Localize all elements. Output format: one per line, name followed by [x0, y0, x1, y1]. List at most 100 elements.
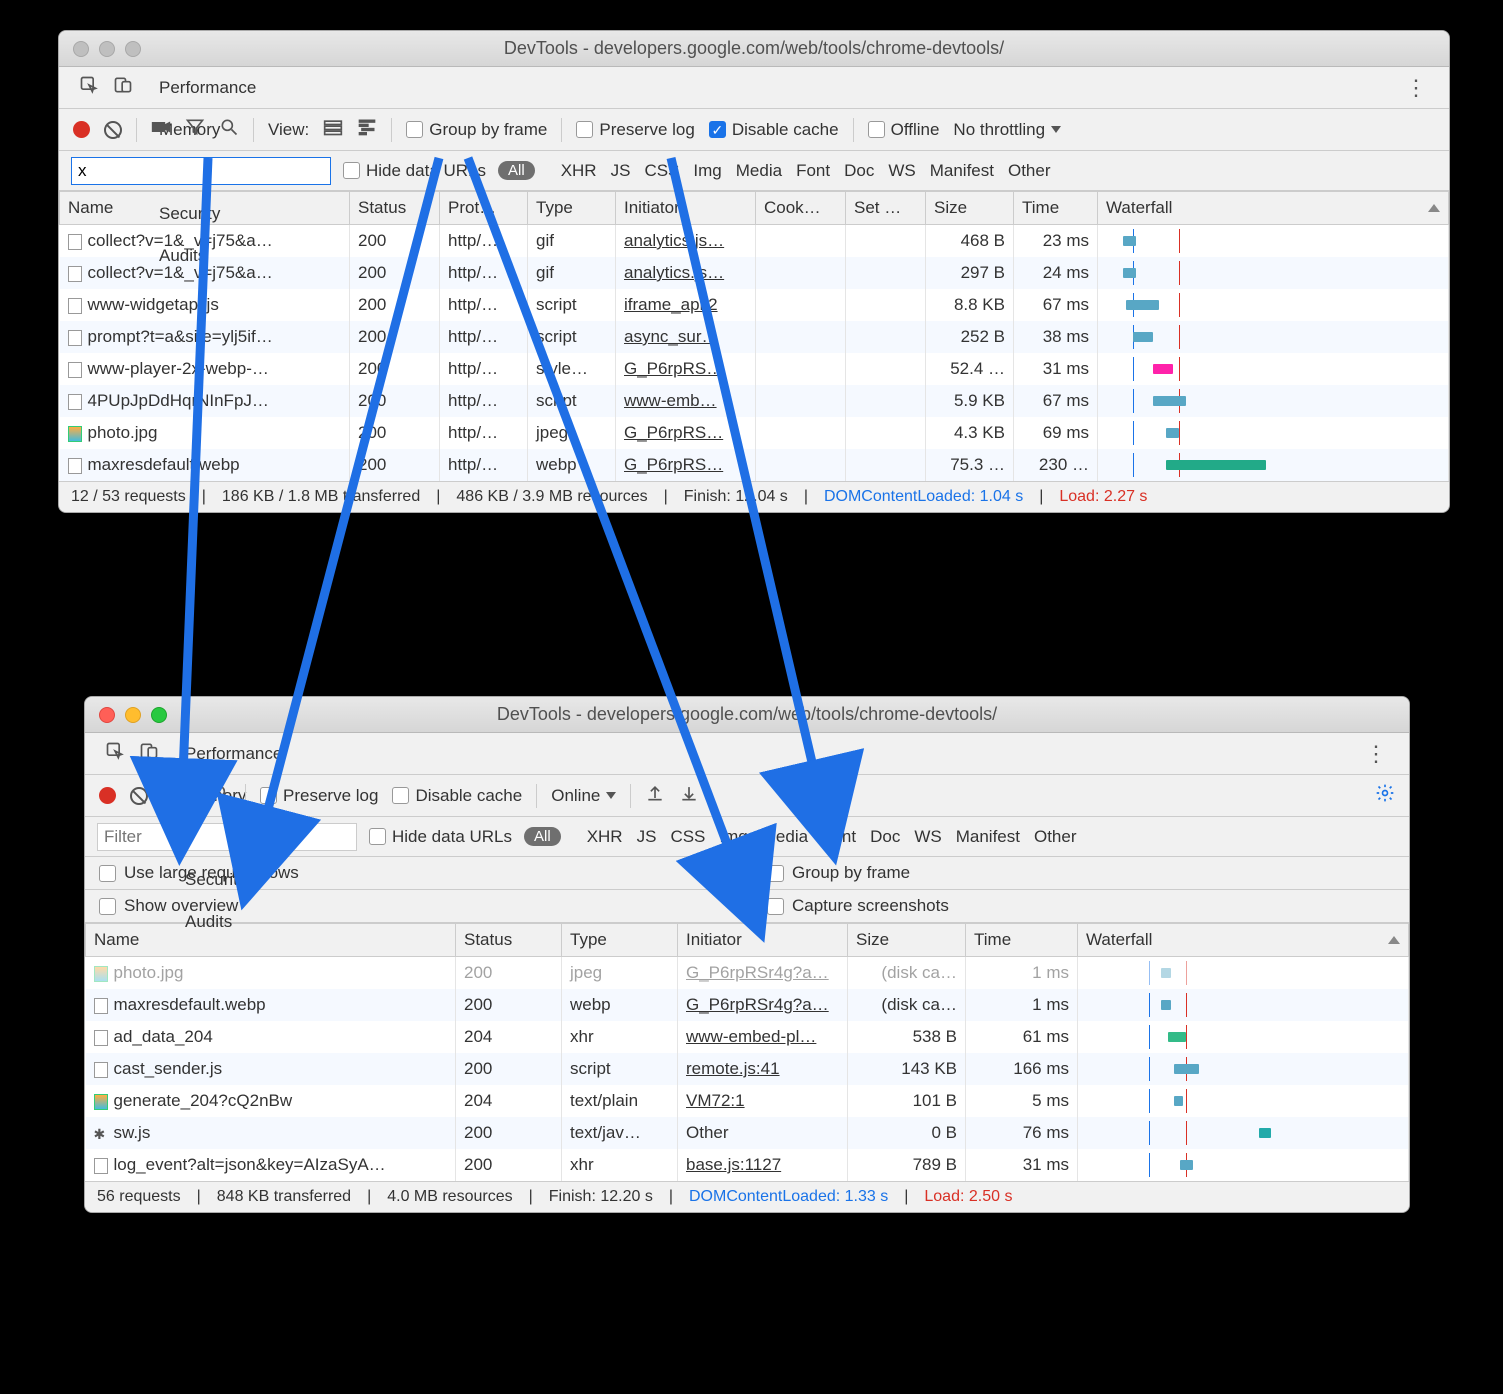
col-cook[interactable]: Cook… [756, 192, 846, 225]
col-time[interactable]: Time [966, 924, 1078, 957]
status-transferred: 186 KB / 1.8 MB transferred [222, 488, 420, 506]
table-row[interactable]: prompt?t=a&site=ylj5if…200http/…scriptas… [60, 321, 1449, 353]
col-size[interactable]: Size [926, 192, 1014, 225]
filter-type-img[interactable]: Img [693, 161, 721, 180]
table-row[interactable]: ✱sw.js200text/jav…Other0 B76 ms [86, 1117, 1409, 1149]
filter-type-manifest[interactable]: Manifest [930, 161, 994, 180]
clear-button[interactable] [104, 121, 122, 139]
col-type[interactable]: Type [528, 192, 616, 225]
close-icon[interactable] [73, 41, 89, 57]
filter-type-css[interactable]: CSS [670, 827, 705, 846]
filter-type-ws[interactable]: WS [914, 827, 941, 846]
col-time[interactable]: Time [1014, 192, 1098, 225]
table-row[interactable]: ad_data_204204xhrwww-embed-pl…538 B61 ms [86, 1021, 1409, 1053]
record-button[interactable] [73, 121, 90, 138]
tab-performance[interactable]: Performance [171, 733, 296, 775]
show-overview-checkbox[interactable]: Show overview [99, 896, 727, 916]
large-rows-toggle-icon[interactable] [323, 117, 343, 142]
col-waterfall[interactable]: Waterfall [1078, 924, 1409, 957]
inspect-icon[interactable] [105, 741, 125, 766]
filter-icon[interactable] [185, 117, 205, 142]
table-row[interactable]: log_event?alt=json&key=AIzaSyA…200xhrbas… [86, 1149, 1409, 1181]
disable-cache-checkbox[interactable]: Disable cache [709, 120, 839, 140]
table-row[interactable]: photo.jpg200jpegG_P6rpRSr4g?a…(disk ca…1… [86, 957, 1409, 990]
table-row[interactable]: cast_sender.js200scriptremote.js:41143 K… [86, 1053, 1409, 1085]
filter-type-xhr[interactable]: XHR [561, 161, 597, 180]
table-row[interactable]: www-widgetapi.js200http/…scriptiframe_ap… [60, 289, 1449, 321]
filter-type-font[interactable]: Font [822, 827, 856, 846]
col-waterfall[interactable]: Waterfall [1098, 192, 1449, 225]
filter-type-media[interactable]: Media [736, 161, 782, 180]
col-set[interactable]: Set … [846, 192, 926, 225]
clear-button[interactable] [130, 787, 148, 805]
filter-type-other[interactable]: Other [1008, 161, 1051, 180]
throttling-select[interactable]: No throttling [953, 120, 1061, 140]
col-size[interactable]: Size [848, 924, 966, 957]
minimize-icon[interactable] [99, 41, 115, 57]
filter-input[interactable] [97, 823, 357, 851]
preserve-log-checkbox[interactable]: Preserve log [260, 786, 378, 806]
filter-type-media[interactable]: Media [762, 827, 808, 846]
status-load: Load: 2.50 s [924, 1188, 1012, 1206]
table-row[interactable]: photo.jpg200http/…jpegG_P6rpRS…4.3 KB69 … [60, 417, 1449, 449]
status-requests: 56 requests [97, 1188, 181, 1206]
hide-data-urls-checkbox[interactable]: Hide data URLs [369, 827, 512, 847]
col-type[interactable]: Type [562, 924, 678, 957]
device-toggle-icon[interactable] [113, 75, 133, 100]
filter-type-other[interactable]: Other [1034, 827, 1077, 846]
filter-all-pill[interactable]: All [498, 161, 535, 180]
filter-type-font[interactable]: Font [796, 161, 830, 180]
hide-data-urls-checkbox[interactable]: Hide data URLs [343, 161, 486, 181]
close-icon[interactable] [99, 707, 115, 723]
col-status[interactable]: Status [456, 924, 562, 957]
filter-type-ws[interactable]: WS [888, 161, 915, 180]
col-status[interactable]: Status [350, 192, 440, 225]
col-initiator[interactable]: Initiator [616, 192, 756, 225]
throttling-select[interactable]: Online [551, 786, 616, 806]
more-menu-icon[interactable]: ⋮ [1391, 75, 1441, 101]
camera-icon[interactable] [151, 117, 171, 142]
tab-security[interactable]: Security [145, 193, 270, 235]
device-toggle-icon[interactable] [139, 741, 159, 766]
group-by-frame-checkbox[interactable]: Group by frame [767, 863, 1395, 883]
import-har-icon[interactable] [679, 783, 699, 808]
table-row[interactable]: 4PUpJpDdHqrNInFpJ…200http/…scriptwww-emb… [60, 385, 1449, 417]
status-finish: Finish: 12.20 s [549, 1188, 653, 1206]
table-row[interactable]: maxresdefault.webp200webpG_P6rpRSr4g?a…(… [86, 989, 1409, 1021]
large-rows-checkbox[interactable]: Use large request rows [99, 863, 727, 883]
filter-type-manifest[interactable]: Manifest [956, 827, 1020, 846]
disable-cache-checkbox[interactable]: Disable cache [392, 786, 522, 806]
filter-type-js[interactable]: JS [637, 827, 657, 846]
export-har-icon[interactable] [645, 783, 665, 808]
table-row[interactable]: www-player-2x-webp-…200http/…style…G_P6r… [60, 353, 1449, 385]
status-finish: Finish: 12.04 s [684, 488, 788, 506]
zoom-icon[interactable] [125, 41, 141, 57]
settings-icon[interactable] [1375, 783, 1395, 808]
search-icon[interactable] [211, 783, 231, 808]
filter-type-doc[interactable]: Doc [870, 827, 900, 846]
filter-icon[interactable] [177, 783, 197, 808]
zoom-icon[interactable] [151, 707, 167, 723]
filter-input[interactable] [71, 157, 331, 185]
filter-type-css[interactable]: CSS [644, 161, 679, 180]
table-row[interactable]: maxresdefault.webp200http/…webpG_P6rpRS…… [60, 449, 1449, 481]
col-prot[interactable]: Prot… [440, 192, 528, 225]
search-icon[interactable] [219, 117, 239, 142]
preserve-log-checkbox[interactable]: Preserve log [576, 120, 694, 140]
capture-screenshots-checkbox[interactable]: Capture screenshots [767, 896, 1395, 916]
filter-type-doc[interactable]: Doc [844, 161, 874, 180]
filter-type-js[interactable]: JS [611, 161, 631, 180]
inspect-icon[interactable] [79, 75, 99, 100]
filter-type-img[interactable]: Img [719, 827, 747, 846]
overview-toggle-icon[interactable] [357, 117, 377, 142]
offline-checkbox[interactable]: Offline [868, 120, 940, 140]
minimize-icon[interactable] [125, 707, 141, 723]
tab-performance[interactable]: Performance [145, 67, 270, 109]
group-by-frame-checkbox[interactable]: Group by frame [406, 120, 547, 140]
col-initiator[interactable]: Initiator [678, 924, 848, 957]
filter-all-pill[interactable]: All [524, 827, 561, 846]
more-menu-icon[interactable]: ⋮ [1351, 741, 1401, 767]
record-button[interactable] [99, 787, 116, 804]
filter-type-xhr[interactable]: XHR [587, 827, 623, 846]
table-row[interactable]: generate_204?cQ2nBw204text/plainVM72:110… [86, 1085, 1409, 1117]
